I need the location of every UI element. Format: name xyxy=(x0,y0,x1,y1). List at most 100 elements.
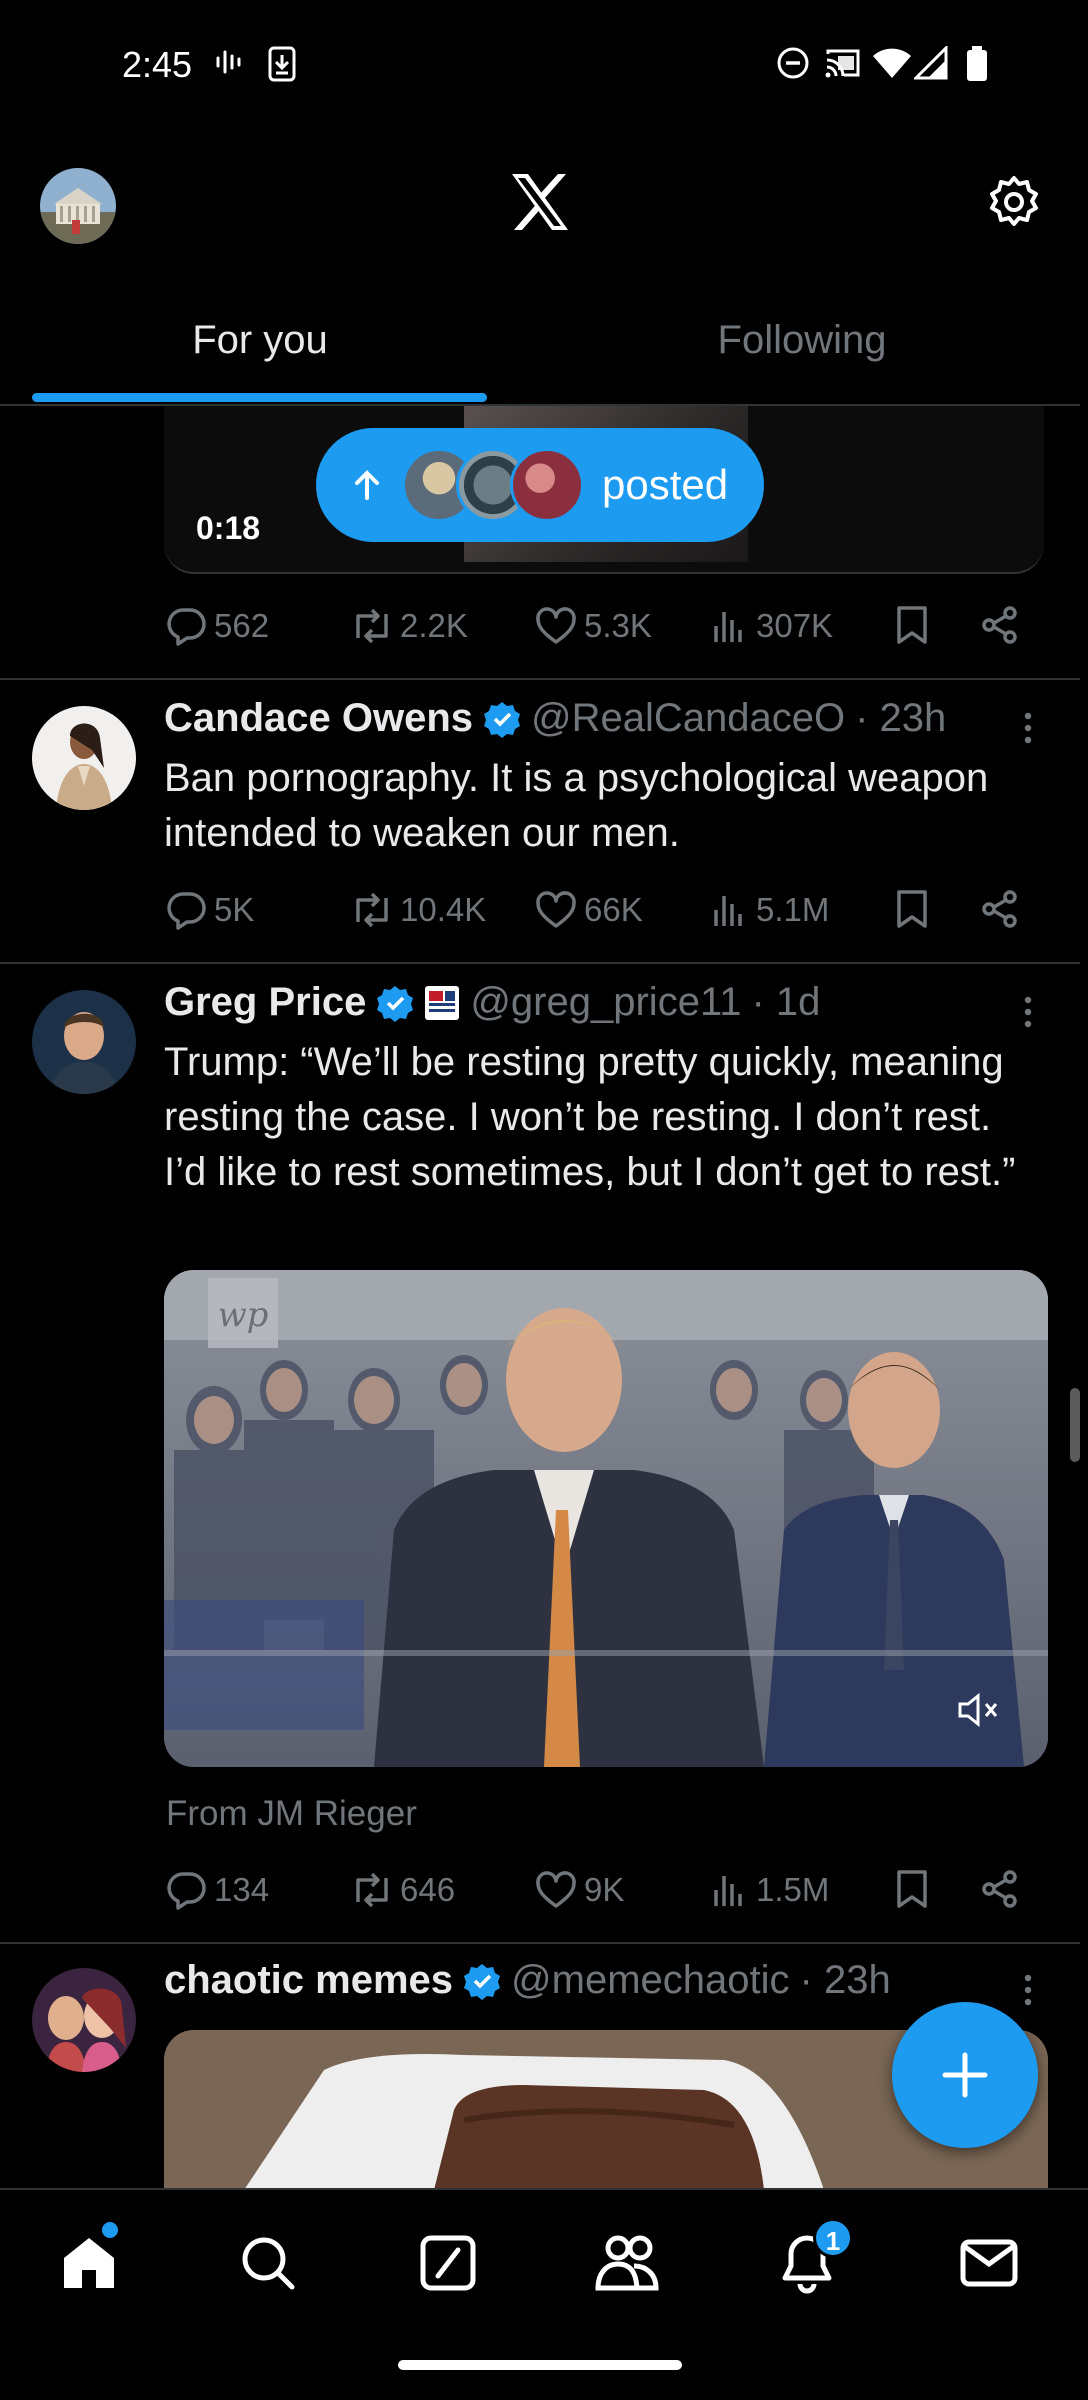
verified-badge-icon xyxy=(464,1963,501,2000)
bookmark-icon[interactable] xyxy=(894,889,930,929)
notification-count-badge: 1 xyxy=(813,2218,853,2258)
reply-button[interactable]: 562 xyxy=(166,606,269,646)
reply-icon xyxy=(167,892,206,930)
verified-badge-icon xyxy=(377,985,414,1022)
search-icon[interactable] xyxy=(238,2232,298,2294)
home-icon[interactable] xyxy=(58,2232,120,2294)
tweet-video[interactable]: wp xyxy=(164,1270,1048,1767)
verified-badge-icon xyxy=(484,701,521,738)
dnd-icon xyxy=(776,46,810,80)
affiliate-badge-icon xyxy=(425,985,460,1020)
battery-icon xyxy=(966,46,988,82)
author-handle[interactable]: @memechaotic xyxy=(511,1958,789,2003)
author-name[interactable]: chaotic memes xyxy=(164,1958,453,2003)
scrollbar-thumb[interactable] xyxy=(1070,1388,1080,1462)
compose-post-button[interactable] xyxy=(892,2002,1038,2148)
share-icon[interactable] xyxy=(980,1869,1020,1909)
heart-icon xyxy=(536,1871,576,1908)
reply-button[interactable]: 5K xyxy=(166,890,254,930)
cast-icon xyxy=(824,46,862,80)
video-watermark: wp xyxy=(218,1295,269,1335)
voicemail-icon xyxy=(214,46,244,78)
home-gesture-bar[interactable] xyxy=(398,2360,682,2370)
reply-icon xyxy=(167,608,206,646)
tab-following[interactable]: Following xyxy=(572,318,1032,363)
tweet-text: Trump: “We’ll be resting pretty quickly,… xyxy=(164,1040,1016,1194)
profile-avatar[interactable] xyxy=(40,168,116,244)
like-count: 5.3K xyxy=(584,607,652,644)
like-count: 66K xyxy=(584,891,643,928)
tweet-time: · 23h xyxy=(799,1958,891,2002)
posted-label: posted xyxy=(602,461,729,508)
tweet-divider xyxy=(0,962,1080,964)
views-chart-icon xyxy=(714,896,742,926)
tweet-header: chaotic memes @memechaotic · 23h xyxy=(164,1958,891,2003)
communities-icon[interactable] xyxy=(594,2232,662,2294)
share-icon[interactable] xyxy=(980,889,1020,929)
repost-button[interactable]: 646 xyxy=(350,1870,455,1910)
more-options-icon[interactable] xyxy=(1018,708,1038,748)
views-button[interactable]: 307K xyxy=(710,606,833,646)
repost-icon xyxy=(356,892,388,928)
repost-count: 10.4K xyxy=(400,891,487,928)
video-duration: 0:18 xyxy=(196,510,261,546)
repost-count: 2.2K xyxy=(400,607,468,644)
author-handle[interactable]: @RealCandaceO xyxy=(531,696,845,741)
views-chart-icon xyxy=(714,1876,742,1906)
tab-indicator xyxy=(32,393,487,402)
reply-button[interactable]: 134 xyxy=(166,1870,269,1910)
more-options-icon[interactable] xyxy=(1018,992,1038,1032)
heart-icon xyxy=(536,607,576,644)
pill-avatar xyxy=(510,448,584,522)
reply-count: 5K xyxy=(214,891,255,928)
repost-button[interactable]: 10.4K xyxy=(350,890,486,930)
author-avatar[interactable] xyxy=(32,1968,136,2072)
reply-count: 562 xyxy=(214,607,270,644)
signal-icon xyxy=(914,46,948,80)
author-name[interactable]: Candace Owens xyxy=(164,696,473,741)
new-posts-pill[interactable]: posted xyxy=(316,428,764,542)
views-button[interactable]: 1.5M xyxy=(710,1870,829,1910)
tweet-time: · 1d xyxy=(751,980,821,1024)
view-count: 307K xyxy=(756,607,834,644)
arrow-up-icon xyxy=(355,470,379,500)
author-avatar[interactable] xyxy=(32,990,136,1094)
share-icon[interactable] xyxy=(980,605,1020,645)
grok-icon[interactable] xyxy=(418,2232,478,2294)
views-chart-icon xyxy=(714,612,742,642)
author-handle[interactable]: @greg_price11 xyxy=(470,980,741,1025)
wifi-icon xyxy=(872,46,912,80)
repost-icon xyxy=(356,1872,388,1908)
tweet-header: Candace Owens @RealCandaceO · 23h xyxy=(164,696,946,741)
views-button[interactable]: 5.1M xyxy=(710,890,829,930)
repost-button[interactable]: 2.2K xyxy=(350,606,468,646)
view-count: 5.1M xyxy=(756,891,830,928)
like-button[interactable]: 66K xyxy=(534,890,643,930)
status-time: 2:45 xyxy=(122,44,193,85)
bookmark-icon[interactable] xyxy=(894,605,930,645)
reply-icon xyxy=(167,1872,206,1910)
home-unread-dot xyxy=(102,2222,118,2238)
like-button[interactable]: 9K xyxy=(534,1870,624,1910)
like-count: 9K xyxy=(584,1871,625,1908)
author-avatar[interactable] xyxy=(32,706,136,810)
plus-icon xyxy=(942,2052,988,2098)
tweet-time: · 23h xyxy=(855,696,947,740)
tab-for-you[interactable]: For you xyxy=(30,318,490,363)
mute-icon[interactable] xyxy=(954,1690,1004,1730)
download-icon xyxy=(268,46,296,82)
repost-count: 646 xyxy=(400,1871,456,1908)
like-button[interactable]: 5.3K xyxy=(534,606,652,646)
repost-icon xyxy=(356,608,388,644)
heart-icon xyxy=(536,891,576,928)
bookmark-icon[interactable] xyxy=(894,1869,930,1909)
author-name[interactable]: Greg Price xyxy=(164,980,366,1025)
tweet-header: Greg Price @greg_price11 · 1d xyxy=(164,980,820,1025)
more-options-icon[interactable] xyxy=(1018,1970,1038,2010)
settings-gear-icon[interactable] xyxy=(984,172,1044,232)
video-source-label[interactable]: From JM Rieger xyxy=(166,1794,417,1834)
view-count: 1.5M xyxy=(756,1871,830,1908)
messages-icon[interactable] xyxy=(958,2232,1020,2294)
reply-count: 134 xyxy=(214,1871,270,1908)
x-logo-icon[interactable] xyxy=(508,172,572,232)
